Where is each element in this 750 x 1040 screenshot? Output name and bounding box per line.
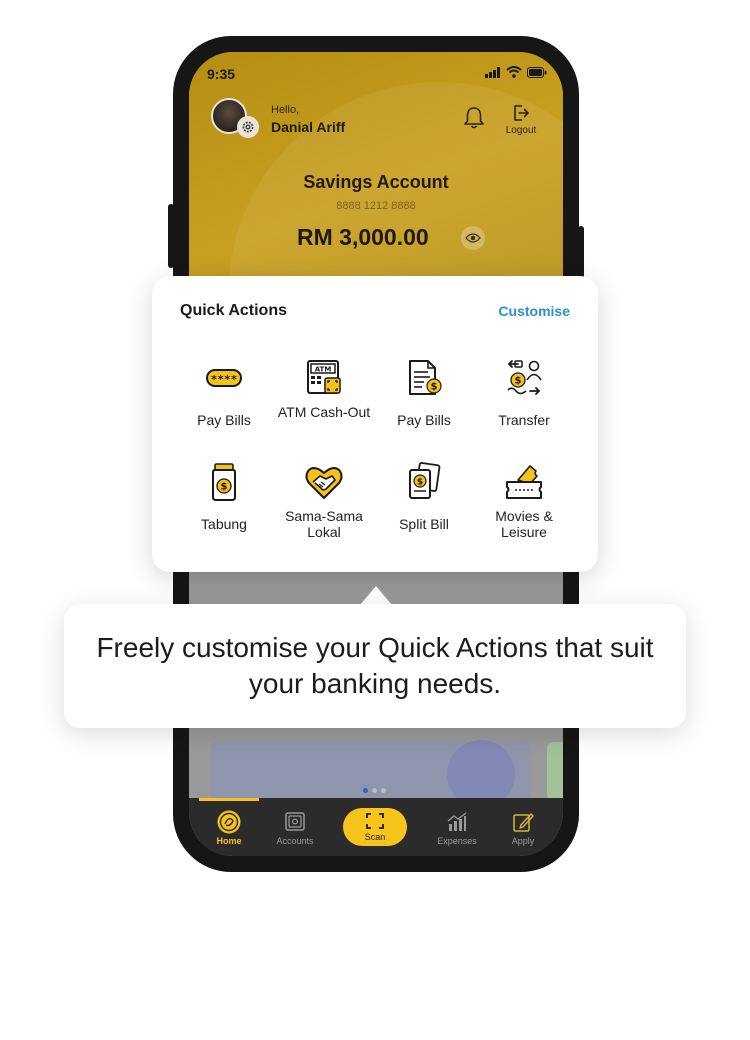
wifi-icon: [506, 66, 522, 78]
carousel-dot[interactable]: [363, 788, 368, 793]
card-icon: ****: [204, 358, 244, 398]
tooltip-text: Freely customise your Quick Actions that…: [96, 632, 654, 699]
jar-icon: $: [204, 462, 244, 502]
quick-action-label: Pay Bills: [197, 412, 251, 428]
quick-action-pay-bills[interactable]: **** Pay Bills: [174, 358, 274, 462]
quick-action-sama-sama-lokal[interactable]: Sama-Sama Lokal: [274, 462, 374, 566]
tooltip-bubble: Freely customise your Quick Actions that…: [64, 604, 686, 728]
transfer-icon: $: [504, 358, 544, 398]
carousel-dot[interactable]: [381, 788, 386, 793]
quick-action-movies-leisure[interactable]: Movies & Leisure: [474, 462, 574, 566]
next-promo-card[interactable]: [547, 742, 563, 800]
nav-apply[interactable]: Apply: [493, 810, 553, 846]
split-bill-icon: $: [404, 462, 444, 502]
quick-action-label: Tabung: [201, 516, 247, 532]
home-icon: [217, 810, 241, 834]
handshake-icon: [304, 462, 344, 502]
nav-scan[interactable]: Scan: [343, 808, 407, 846]
svg-text:$: $: [221, 482, 228, 493]
battery-icon: [527, 66, 547, 78]
nav-accounts[interactable]: Accounts: [265, 810, 325, 846]
bell-icon[interactable]: [463, 106, 485, 135]
quick-action-transfer[interactable]: $ Transfer: [474, 358, 574, 462]
user-name: Danial Ariff: [271, 119, 346, 135]
quick-action-label: Transfer: [498, 412, 550, 428]
logout-label: Logout: [505, 125, 537, 136]
safe-icon: [285, 812, 305, 831]
svg-text:ATM: ATM: [315, 366, 332, 374]
customise-link[interactable]: Customise: [498, 303, 570, 319]
quick-action-label: Sama-Sama Lokal: [285, 508, 363, 540]
nav-label: Scan: [364, 832, 386, 842]
quick-actions-grid: **** Pay Bills ATM ATM Cash-Out $ Pay Bi…: [174, 358, 576, 566]
logout-icon: [514, 105, 530, 121]
carousel-dots: [363, 788, 386, 793]
greeting-text: Hello,: [271, 104, 300, 116]
nav-home[interactable]: Home: [199, 810, 259, 846]
account-balance: RM 3,000.00: [297, 224, 429, 250]
status-time: 9:35: [207, 66, 236, 82]
svg-text:$: $: [431, 382, 438, 393]
quick-action-label: Movies & Leisure: [495, 508, 553, 540]
quick-actions-card: Quick Actions Customise **** Pay Bills A…: [152, 276, 598, 572]
nav-label: Accounts: [276, 836, 314, 846]
svg-text:$: $: [417, 478, 423, 488]
apply-icon: [513, 813, 534, 832]
nav-active-indicator: [199, 798, 259, 801]
nav-label: Expenses: [437, 836, 477, 846]
account-title: Savings Account: [303, 172, 449, 192]
quick-action-atm-cash-out[interactable]: ATM ATM Cash-Out: [274, 358, 374, 462]
quick-action-label: Split Bill: [399, 516, 449, 532]
quick-action-label: Pay Bills: [397, 412, 451, 428]
chart-icon: [447, 812, 467, 831]
bottom-nav: Home Accounts Scan Expenses Apply: [189, 798, 563, 856]
bill-icon: $: [404, 358, 444, 398]
quick-action-tabung[interactable]: $ Tabung: [174, 462, 274, 566]
quick-action-label: ATM Cash-Out: [277, 404, 371, 420]
logout-button[interactable]: Logout: [501, 104, 541, 136]
atm-icon: ATM: [304, 358, 344, 398]
nav-label: Home: [216, 836, 242, 846]
nav-label: Apply: [511, 836, 535, 846]
signal-icon: [485, 66, 500, 78]
carousel-dot[interactable]: [372, 788, 377, 793]
ticket-icon: [504, 462, 544, 502]
nav-expenses[interactable]: Expenses: [427, 810, 487, 846]
scan-icon: [366, 813, 384, 829]
quick-action-pay-bills-2[interactable]: $ Pay Bills: [374, 358, 474, 462]
eye-icon[interactable]: [461, 226, 485, 250]
quick-actions-title: Quick Actions: [180, 302, 287, 319]
svg-text:****: ****: [211, 373, 238, 386]
account-number: 8888 1212 8888: [336, 200, 416, 212]
quick-action-split-bill[interactable]: $ Split Bill: [374, 462, 474, 566]
settings-gear-icon[interactable]: [237, 116, 259, 138]
status-icons: [485, 66, 547, 78]
tooltip-arrow: [360, 586, 392, 605]
svg-text:$: $: [515, 376, 522, 387]
account-hero: 9:35 Hello, Danial Ariff Logout Savings …: [189, 52, 563, 292]
